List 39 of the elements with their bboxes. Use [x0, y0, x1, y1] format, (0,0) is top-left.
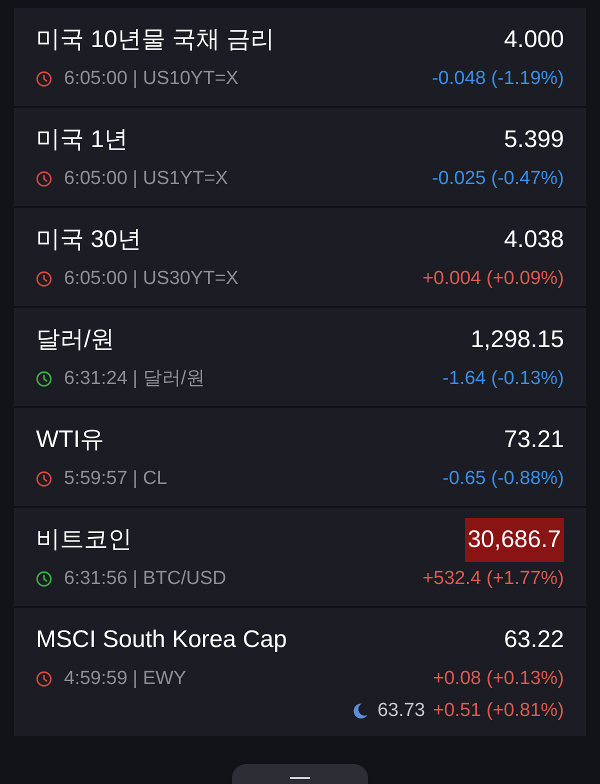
quote-meta: 6:05:00 | US10YT=X: [64, 66, 238, 91]
after-hours-price: 63.73: [377, 698, 426, 723]
moon-icon: [351, 702, 370, 720]
quote-name: 미국 10년물 국채 금리: [36, 25, 275, 55]
price-change: +532.4 (+1.77%): [422, 566, 564, 591]
quote-price: 1,298.15: [470, 325, 564, 355]
price-change: -1.64 (-0.13%): [442, 366, 564, 391]
quote-name: 미국 1년: [36, 125, 128, 155]
quote-meta: 6:31:24 | 달러/원: [64, 366, 206, 391]
quote-row[interactable]: 미국 30년 4.038 6:05:00 | US30YT=X +0.004 (+0.09%): [14, 208, 586, 306]
quote-row[interactable]: 미국 1년 5.399 6:05:00 | US1YT=X -0.025 (-0.47%): [14, 108, 586, 206]
price-change: -0.048 (-1.19%): [432, 66, 564, 91]
price-change: +0.004 (+0.09%): [422, 266, 564, 291]
quote-row[interactable]: MSCI South Korea Cap 63.22 4:59:59 | EWY +0.08 (+0.13%) 63.73 +0.51 (+0.81%): [14, 608, 586, 736]
quote-meta: 6:05:00 | US30YT=X: [64, 266, 238, 291]
quote-price: 4.000: [504, 25, 564, 55]
price-change: -0.65 (-0.88%): [442, 466, 564, 491]
sheet-handle[interactable]: [232, 764, 368, 784]
price-change: -0.025 (-0.47%): [432, 166, 564, 191]
quote-row[interactable]: 미국 10년물 국채 금리 4.000 6:05:00 | US10YT=X -0.048 (-1.19%): [14, 8, 586, 106]
after-hours-change: +0.51 (+0.81%): [433, 698, 564, 723]
quote-price: 30,686.7: [464, 518, 564, 562]
quote-row[interactable]: 달러/원 1,298.15 6:31:24 | 달러/원 -1.64 (-0.13%): [14, 308, 586, 406]
quote-price: 4.038: [504, 225, 564, 255]
quote-name: 미국 30년: [36, 225, 142, 255]
quote-name: WTI유: [36, 425, 104, 455]
quote-name: 비트코인: [36, 525, 132, 555]
quote-price: 5.399: [504, 125, 564, 155]
quote-name: MSCI South Korea Cap: [36, 625, 287, 655]
quote-meta: 4:59:59 | EWY: [64, 666, 186, 691]
price-change: +0.08 (+0.13%): [433, 666, 564, 691]
quote-row[interactable]: 비트코인 30,686.7 6:31:56 | BTC/USD +532.4 (+1.77%): [14, 508, 586, 606]
quote-price: 63.22: [504, 625, 564, 655]
quote-meta: 6:31:56 | BTC/USD: [64, 566, 226, 591]
quote-price: 73.21: [504, 425, 564, 455]
quote-meta: 6:05:00 | US1YT=X: [64, 166, 228, 191]
quote-name: 달러/원: [36, 325, 115, 355]
quote-row[interactable]: WTI유 73.21 5:59:57 | CL -0.65 (-0.88%): [14, 408, 586, 506]
quote-meta: 5:59:57 | CL: [64, 466, 168, 491]
